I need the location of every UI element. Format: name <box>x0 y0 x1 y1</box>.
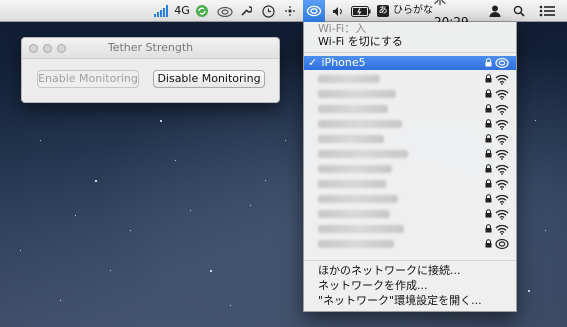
lock-icon <box>485 89 492 98</box>
network-name-obscured <box>318 90 396 98</box>
network-name-obscured <box>318 210 390 218</box>
network-item[interactable] <box>304 72 516 86</box>
input-method-icon[interactable]: あ <box>376 0 390 22</box>
menu-separator <box>304 260 516 261</box>
network-name-obscured <box>318 120 402 128</box>
lock-icon <box>485 149 492 158</box>
network-item[interactable] <box>304 162 516 176</box>
network-type-label: 4G <box>174 4 190 17</box>
network-name-obscured <box>318 195 398 203</box>
wifi-icon <box>306 5 322 17</box>
battery-icon[interactable] <box>349 0 373 22</box>
create-network-item[interactable]: ネットワークを作成... <box>304 279 516 293</box>
lock-icon <box>485 58 492 67</box>
network-name-obscured <box>318 165 392 173</box>
wifi-signal-icon <box>495 194 509 205</box>
wifi-signal-icon <box>495 209 509 220</box>
lock-icon <box>485 209 492 218</box>
personal-hotspot-icon <box>495 57 509 69</box>
join-other-network-item[interactable]: ほかのネットワークに接続... <box>304 264 516 278</box>
close-button[interactable] <box>29 44 38 53</box>
tether-strength-window: Tether Strength Enable Monitoring Disabl… <box>21 37 280 103</box>
window-titlebar[interactable]: Tether Strength <box>22 38 279 59</box>
lock-icon <box>485 104 492 113</box>
window-title: Tether Strength <box>107 41 194 54</box>
lock-icon <box>485 134 492 143</box>
network-name-obscured <box>318 240 394 248</box>
menubar-clock[interactable]: 木 20:29 <box>434 0 484 29</box>
network-name: iPhone5 <box>321 56 366 69</box>
wifi-menu-button[interactable] <box>303 0 325 22</box>
enable-monitoring-button[interactable]: Enable Monitoring <box>37 70 139 88</box>
personal-hotspot-icon <box>495 238 509 250</box>
network-item[interactable] <box>304 222 516 236</box>
signal-bars-icon[interactable] <box>153 0 173 22</box>
wifi-toggle-item[interactable]: Wi-Fi を切にする <box>304 35 516 49</box>
zoom-button[interactable] <box>57 44 66 53</box>
lock-icon <box>485 74 492 83</box>
wifi-signal-icon <box>495 104 509 115</box>
volume-icon[interactable] <box>330 0 344 22</box>
network-item[interactable] <box>304 117 516 131</box>
network-name-obscured <box>318 105 388 113</box>
input-method-label[interactable]: ひらがな <box>392 0 434 22</box>
network-item-iphone5[interactable]: ✓ iPhone5 <box>304 56 516 70</box>
wifi-signal-icon <box>495 134 509 145</box>
network-name-obscured <box>318 75 380 83</box>
menu-separator <box>304 52 516 53</box>
wifi-signal-icon <box>495 89 509 100</box>
network-item[interactable] <box>304 87 516 101</box>
sync-icon[interactable] <box>194 0 210 22</box>
lock-icon <box>485 224 492 233</box>
user-icon[interactable] <box>486 0 504 22</box>
spotlight-icon[interactable] <box>510 0 528 22</box>
lock-icon <box>485 119 492 128</box>
network-name-obscured <box>318 225 404 233</box>
time-machine-icon[interactable] <box>260 0 276 22</box>
network-item[interactable] <box>304 147 516 161</box>
spaces-icon[interactable] <box>282 0 298 22</box>
lock-icon <box>485 239 492 248</box>
wifi-signal-icon <box>495 179 509 190</box>
wifi-signal-icon <box>495 74 509 85</box>
menu-bar: 4G あ ひらがな 木 20:29 <box>0 0 567 29</box>
wifi-signal-icon <box>495 224 509 235</box>
disable-monitoring-button[interactable]: Disable Monitoring <box>153 70 265 88</box>
network-item[interactable] <box>304 132 516 146</box>
wifi-signal-icon <box>495 119 509 130</box>
network-item[interactable] <box>304 192 516 206</box>
network-item[interactable] <box>304 102 516 116</box>
open-network-preferences-item[interactable]: "ネットワーク"環境設定を開く... <box>304 294 516 308</box>
wifi-signal-icon <box>495 164 509 175</box>
network-name-obscured <box>318 150 408 158</box>
lock-icon <box>485 164 492 173</box>
notification-center-icon[interactable] <box>536 0 558 22</box>
wifi-signal-icon <box>495 149 509 160</box>
lock-icon <box>485 194 492 203</box>
network-item[interactable] <box>304 207 516 221</box>
minimize-button[interactable] <box>43 44 52 53</box>
network-item[interactable] <box>304 237 516 251</box>
checkmark-icon: ✓ <box>308 56 318 69</box>
network-name-obscured <box>318 135 384 143</box>
lock-icon <box>485 179 492 188</box>
wifi-status-label: Wi-Fi：入 <box>318 22 367 35</box>
wrench-icon[interactable] <box>238 0 254 22</box>
network-name-obscured <box>318 180 386 188</box>
creative-cloud-icon[interactable] <box>216 0 234 22</box>
network-item[interactable] <box>304 177 516 191</box>
wifi-dropdown-menu: Wi-Fi：入 Wi-Fi を切にする ✓ iPhone5 ほかのネットワークに… <box>303 22 517 312</box>
